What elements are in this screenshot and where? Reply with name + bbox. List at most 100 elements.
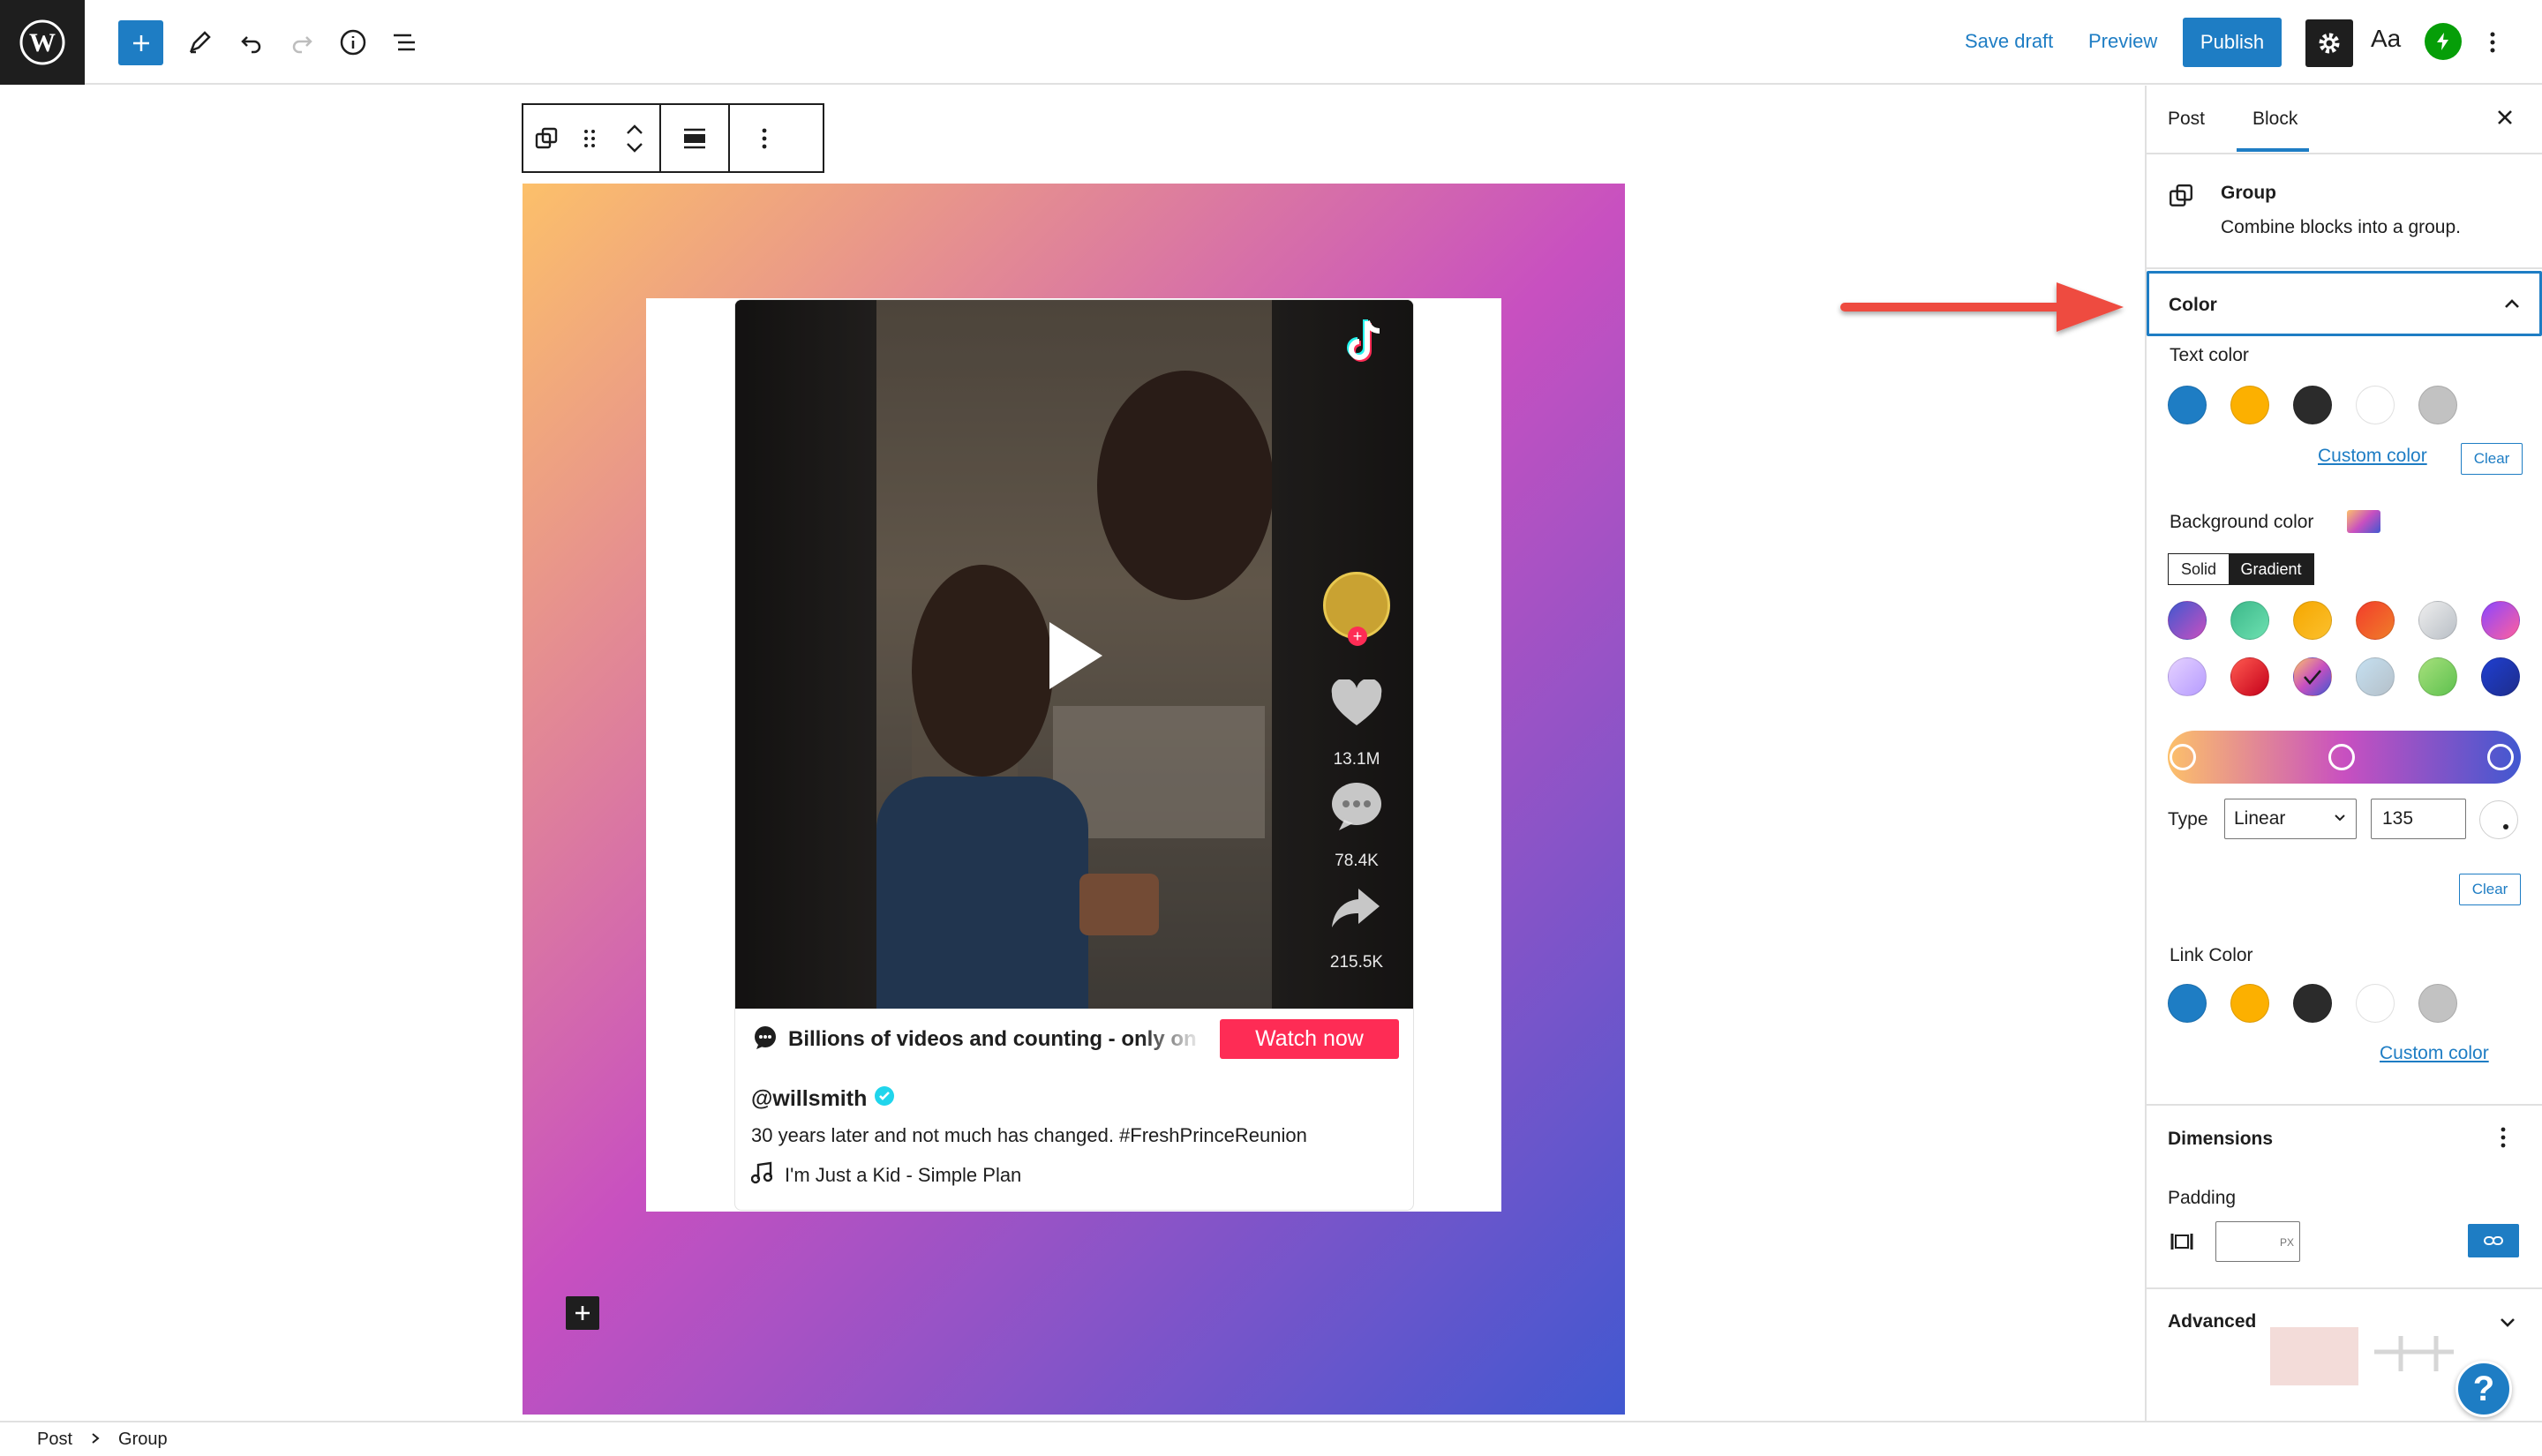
list-view-icon[interactable] bbox=[383, 21, 425, 64]
link-color-swatch[interactable] bbox=[2168, 984, 2207, 1023]
gradient-swatch[interactable] bbox=[2418, 601, 2457, 640]
padding-unit[interactable]: PX bbox=[2280, 1236, 2294, 1249]
music-title[interactable]: I'm Just a Kid - Simple Plan bbox=[785, 1164, 1021, 1187]
link-color-label: Link Color bbox=[2170, 945, 2253, 965]
gradient-angle-value: 135 bbox=[2382, 808, 2414, 829]
gradient-stop-end[interactable] bbox=[2487, 744, 2514, 770]
drag-handle-icon[interactable] bbox=[569, 105, 610, 171]
gradient-stop-middle[interactable] bbox=[2328, 744, 2355, 770]
music-note-icon bbox=[750, 1161, 773, 1190]
comments-count: 78.4K bbox=[1335, 852, 1379, 870]
text-color-swatch[interactable] bbox=[2168, 386, 2207, 424]
link-color-swatch[interactable] bbox=[2230, 984, 2269, 1023]
add-block-button[interactable] bbox=[118, 20, 163, 65]
link-color-swatch[interactable] bbox=[2356, 984, 2395, 1023]
username-link[interactable]: @willsmith bbox=[751, 1086, 867, 1112]
gradient-swatch[interactable] bbox=[2168, 601, 2207, 640]
gradient-swatch[interactable] bbox=[2356, 657, 2395, 696]
link-custom-color-link[interactable]: Custom color bbox=[2380, 1043, 2489, 1064]
block-options-icon[interactable] bbox=[730, 105, 799, 171]
background-clear-button[interactable]: Clear bbox=[2459, 874, 2521, 905]
move-up-down-icon[interactable] bbox=[610, 105, 659, 171]
creator-handle[interactable]: @willsmith bbox=[751, 1085, 895, 1113]
watch-now-button[interactable]: Watch now bbox=[1220, 1019, 1399, 1059]
gradient-bar[interactable] bbox=[2168, 731, 2521, 784]
tiktok-logo-icon bbox=[1342, 318, 1387, 372]
gradient-swatch[interactable] bbox=[2356, 601, 2395, 640]
jetpack-bolt-icon[interactable] bbox=[2425, 23, 2462, 60]
padding-input[interactable]: PX bbox=[2215, 1221, 2300, 1262]
background-color-label: Background color bbox=[2170, 512, 2314, 532]
gradient-swatch[interactable] bbox=[2230, 657, 2269, 696]
text-color-palette bbox=[2168, 386, 2457, 424]
share-arrow-icon[interactable] bbox=[1330, 887, 1381, 934]
angle-picker-dial[interactable] bbox=[2479, 800, 2518, 839]
settings-gear-icon[interactable] bbox=[2305, 19, 2353, 67]
undo-icon[interactable] bbox=[230, 21, 273, 64]
color-panel-toggle[interactable]: Color bbox=[2147, 271, 2542, 336]
padding-sides-icon bbox=[2170, 1229, 2194, 1258]
active-tab-indicator bbox=[2237, 148, 2309, 152]
link-sides-button[interactable] bbox=[2468, 1224, 2519, 1257]
publish-button[interactable]: Publish bbox=[2183, 18, 2282, 67]
gradient-tab[interactable]: Gradient bbox=[2229, 554, 2313, 584]
group-block-icon[interactable] bbox=[523, 105, 569, 171]
gradient-stop-start[interactable] bbox=[2170, 744, 2196, 770]
gradient-swatch[interactable] bbox=[2168, 657, 2207, 696]
gradient-swatch[interactable] bbox=[2481, 601, 2520, 640]
background-color-indicator bbox=[2347, 510, 2380, 533]
text-custom-color-link[interactable]: Custom color bbox=[2318, 446, 2427, 467]
padding-label: Padding bbox=[2168, 1188, 2237, 1208]
chevron-down-icon[interactable] bbox=[2498, 1312, 2517, 1336]
help-button[interactable]: ? bbox=[2456, 1361, 2512, 1417]
play-icon[interactable] bbox=[1049, 622, 1102, 689]
save-draft-button[interactable]: Save draft bbox=[1965, 30, 2053, 53]
solid-tab[interactable]: Solid bbox=[2169, 554, 2229, 584]
options-kebab-icon[interactable] bbox=[2471, 21, 2514, 64]
gradient-swatch[interactable] bbox=[2418, 657, 2457, 696]
video-player[interactable]: + 13.1M 78.4K 215.5K bbox=[735, 300, 1413, 1009]
gradient-swatch[interactable] bbox=[2293, 657, 2332, 696]
close-icon[interactable] bbox=[2491, 103, 2519, 136]
details-info-icon[interactable] bbox=[332, 21, 374, 64]
advanced-panel-title[interactable]: Advanced bbox=[2168, 1311, 2256, 1332]
comment-icon[interactable] bbox=[1330, 781, 1383, 837]
editor-top-bar bbox=[0, 0, 2542, 85]
watermark-seal bbox=[2268, 1325, 2471, 1387]
link-color-palette bbox=[2168, 984, 2457, 1023]
wordpress-logo-icon[interactable]: W bbox=[0, 0, 85, 85]
link-color-swatch[interactable] bbox=[2418, 984, 2457, 1023]
like-heart-icon[interactable] bbox=[1330, 678, 1383, 733]
gradient-type-value: Linear bbox=[2234, 808, 2286, 829]
text-color-swatch[interactable] bbox=[2293, 386, 2332, 424]
text-color-swatch[interactable] bbox=[2418, 386, 2457, 424]
text-color-swatch[interactable] bbox=[2230, 386, 2269, 424]
tiktok-embed-card: + 13.1M 78.4K 215.5K Billions of videos … bbox=[734, 299, 1414, 1211]
edit-tools-icon[interactable] bbox=[178, 21, 221, 64]
svg-text:W: W bbox=[29, 28, 56, 57]
styles-button[interactable]: Aa bbox=[2371, 25, 2401, 53]
preview-button[interactable]: Preview bbox=[2088, 30, 2157, 53]
breadcrumb-post[interactable]: Post bbox=[37, 1430, 72, 1450]
tab-post[interactable]: Post bbox=[2168, 109, 2205, 130]
follow-plus-icon[interactable]: + bbox=[1348, 627, 1367, 646]
tab-block[interactable]: Block bbox=[2252, 109, 2298, 130]
speech-bubble-icon bbox=[753, 1025, 778, 1054]
annotation-arrow-icon bbox=[1836, 275, 2136, 350]
link-color-swatch[interactable] bbox=[2293, 984, 2332, 1023]
text-color-swatch[interactable] bbox=[2356, 386, 2395, 424]
text-color-clear-button[interactable]: Clear bbox=[2461, 443, 2523, 475]
group-block-info-icon bbox=[2168, 183, 2194, 214]
redo-icon[interactable] bbox=[281, 21, 323, 64]
gradient-angle-input[interactable]: 135 bbox=[2371, 799, 2466, 839]
gradient-swatch[interactable] bbox=[2230, 601, 2269, 640]
gradient-type-select[interactable]: Linear bbox=[2224, 799, 2357, 839]
gradient-swatch[interactable] bbox=[2481, 657, 2520, 696]
dimensions-options-icon[interactable] bbox=[2500, 1125, 2507, 1154]
gradient-palette bbox=[2168, 601, 2521, 696]
breadcrumb-group[interactable]: Group bbox=[118, 1430, 168, 1450]
video-caption: 30 years later and not much has changed.… bbox=[751, 1124, 1307, 1146]
inner-add-block-button[interactable] bbox=[566, 1296, 599, 1330]
align-icon[interactable] bbox=[661, 105, 728, 171]
gradient-swatch[interactable] bbox=[2293, 601, 2332, 640]
